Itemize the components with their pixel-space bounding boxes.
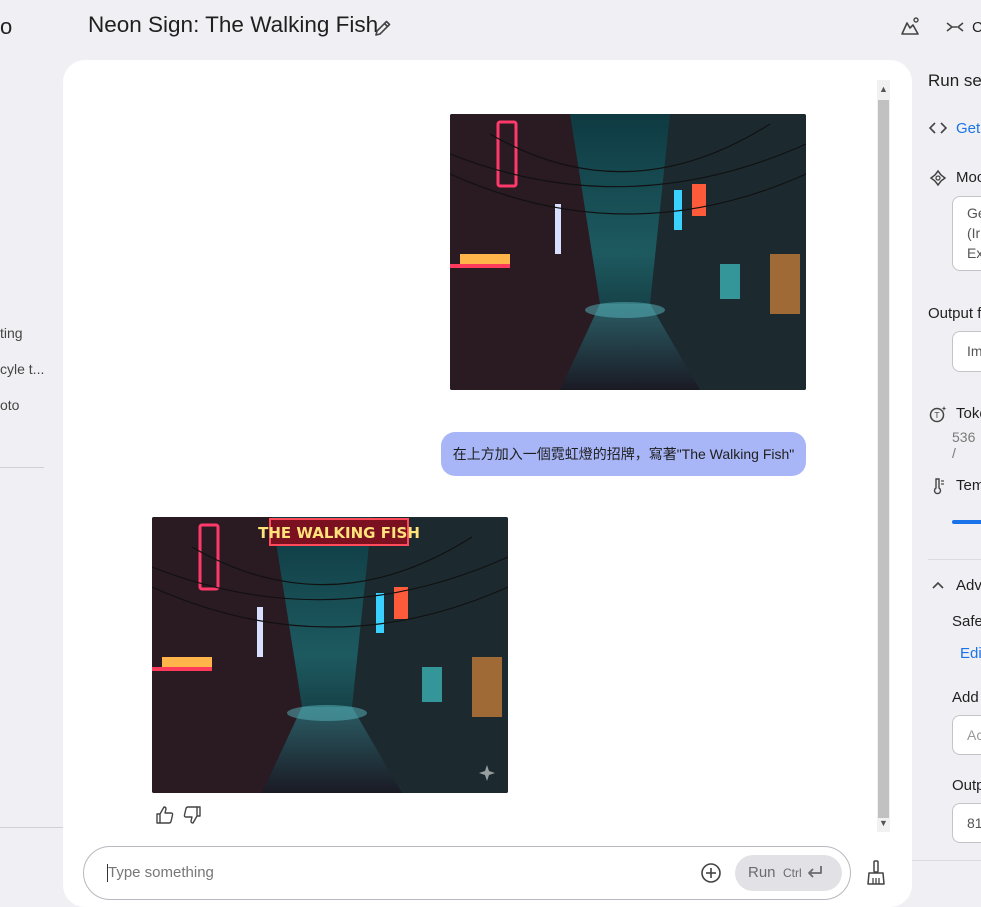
add-stop-sequence-label: Add bbox=[952, 689, 979, 706]
prompt-placeholder[interactable]: Type something bbox=[108, 864, 214, 881]
user-message: 在上方加入一個霓虹燈的招牌，寫著"The Walking Fish" bbox=[441, 432, 806, 476]
edit-safety-link[interactable]: Edi bbox=[960, 645, 981, 662]
add-stop-placeholder: Ac bbox=[967, 727, 981, 743]
output-length-label: Outp bbox=[952, 777, 981, 794]
safety-settings-label: Safe bbox=[952, 613, 981, 630]
add-media-icon[interactable] bbox=[700, 862, 722, 884]
generated-image: THE WALKING FISH bbox=[152, 517, 508, 793]
token-count-icon: T bbox=[929, 406, 947, 423]
chevron-up-icon[interactable] bbox=[931, 578, 945, 592]
settings-bottom-divider bbox=[912, 860, 981, 861]
model-value-line: Ex bbox=[967, 245, 981, 261]
run-shortcut-label: Ctrl bbox=[783, 866, 802, 880]
generated-sign-text: THE WALKING FISH bbox=[258, 524, 420, 542]
output-length-value[interactable]: 81 bbox=[967, 813, 981, 833]
model-value-line: Ge bbox=[967, 205, 981, 221]
run-button-label: Run bbox=[748, 864, 776, 881]
compare-icon[interactable] bbox=[898, 15, 922, 39]
svg-text:T: T bbox=[934, 411, 940, 420]
get-code-link[interactable]: Get bbox=[956, 120, 980, 137]
thumbs-down-icon[interactable] bbox=[182, 805, 202, 825]
model-value-line: (Ir bbox=[967, 225, 981, 241]
sidebar-item[interactable]: cyle t... bbox=[0, 361, 44, 377]
token-count-value: 536 / bbox=[952, 429, 976, 461]
run-settings-title: Run set bbox=[928, 71, 981, 90]
page-title: Neon Sign: The Walking Fish bbox=[88, 12, 379, 37]
model-icon bbox=[929, 169, 947, 187]
uploaded-image bbox=[450, 114, 806, 390]
sidebar-item[interactable]: ting bbox=[0, 325, 23, 341]
sidebar-logo-fragment: o bbox=[0, 14, 13, 39]
sidebar-divider bbox=[0, 467, 44, 468]
sidebar-divider bbox=[0, 827, 63, 828]
scroll-down-arrow-icon[interactable]: ▼ bbox=[877, 816, 890, 830]
enter-key-icon bbox=[808, 866, 822, 878]
advanced-settings-label[interactable]: Adv bbox=[956, 577, 981, 594]
model-label: Moc bbox=[956, 169, 981, 186]
settings-divider bbox=[928, 559, 981, 560]
output-format-label: Output f bbox=[928, 305, 981, 322]
clear-chat-broom-icon[interactable] bbox=[864, 860, 888, 886]
header-button-label[interactable]: C bbox=[972, 19, 981, 36]
scroll-up-arrow-icon[interactable]: ▲ bbox=[877, 82, 890, 96]
temperature-label: Tem bbox=[956, 477, 981, 494]
sidebar-item[interactable]: oto bbox=[0, 397, 19, 413]
output-format-value: Im bbox=[967, 343, 981, 359]
code-icon[interactable] bbox=[929, 121, 947, 135]
pencil-icon[interactable] bbox=[373, 18, 393, 38]
token-count-label: Toke bbox=[956, 405, 981, 422]
thumbs-up-icon[interactable] bbox=[155, 805, 175, 825]
temperature-slider[interactable] bbox=[952, 520, 981, 524]
thermometer-icon bbox=[933, 478, 944, 495]
collapse-icon[interactable] bbox=[945, 18, 965, 36]
scrollbar-thumb[interactable] bbox=[878, 100, 889, 818]
